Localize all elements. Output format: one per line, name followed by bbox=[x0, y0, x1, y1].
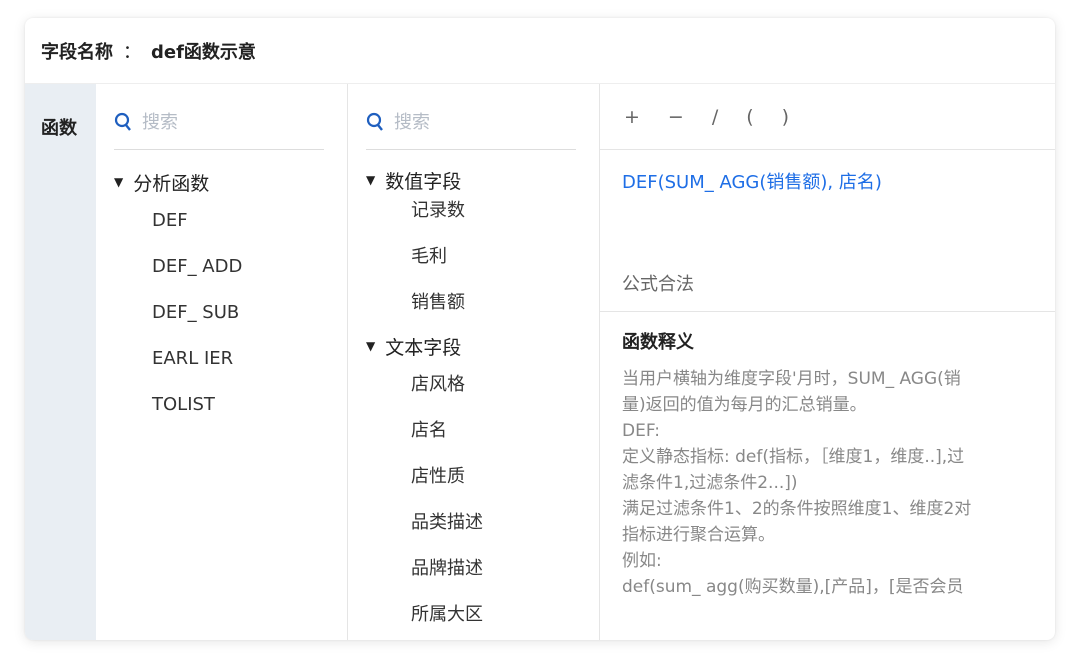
divide-operator-button[interactable]: / bbox=[712, 106, 718, 128]
function-tab-label: 函数 bbox=[41, 118, 77, 139]
explanation-line: 定义静态指标: def(指标，［维度1，维度..],过 bbox=[622, 447, 965, 467]
field-item-store-name[interactable]: 店名 bbox=[411, 408, 483, 454]
explanation-line: def(sum_ agg(购买数量),[产品]，[是否会员 bbox=[622, 577, 964, 597]
open-paren-button[interactable]: ( bbox=[746, 106, 753, 128]
formula-editor[interactable]: DEF(SUM_ AGG(销售额), 店名) 公式合法 bbox=[600, 150, 1055, 312]
explanation-line: 指标进行聚合运算。 bbox=[622, 525, 775, 545]
formula-panel: + − / ( ) DEF(SUM_ AGG(销售额), 店名) 公式合法 函数… bbox=[600, 84, 1055, 640]
caret-down-icon: ▼ bbox=[114, 175, 124, 189]
explanation-line: DEF: bbox=[622, 421, 661, 441]
field-item-store-style[interactable]: 店风格 bbox=[411, 362, 483, 408]
field-tree: ▼ 数值字段 记录数 毛利 销售额 ▼ 文本字段 店风格 店名 店性质 品类描述… bbox=[366, 166, 483, 638]
field-item-brand-desc[interactable]: 品牌描述 bbox=[411, 546, 483, 592]
function-group-label: 分析函数 bbox=[133, 172, 210, 195]
function-item-def-add[interactable]: DEF_ ADD bbox=[152, 244, 242, 290]
field-item-sales[interactable]: 销售额 bbox=[411, 280, 483, 326]
function-item-def-sub[interactable]: DEF_ SUB bbox=[152, 290, 242, 336]
formula-editor-card: 字段名称 ： def函数示意 函数 搜索 ▼ 分析函数 DEF DEF_ ADD… bbox=[25, 18, 1055, 640]
formula-status: 公式合法 bbox=[622, 274, 694, 295]
function-panel: 搜索 ▼ 分析函数 DEF DEF_ ADD DEF_ SUB EARL IER… bbox=[96, 84, 348, 640]
minus-operator-button[interactable]: − bbox=[668, 106, 684, 128]
field-item-record-count[interactable]: 记录数 bbox=[411, 188, 483, 234]
function-tab[interactable]: 函数 bbox=[25, 84, 96, 640]
field-group-text[interactable]: ▼ 文本字段 bbox=[366, 332, 483, 360]
search-icon bbox=[114, 112, 132, 137]
field-item-region[interactable]: 所属大区 bbox=[411, 592, 483, 638]
close-paren-button[interactable]: ) bbox=[782, 106, 789, 128]
function-search-placeholder: 搜索 bbox=[142, 112, 178, 133]
explanation-line: 滤条件1,过滤条件2...]) bbox=[622, 473, 798, 493]
field-name-value: def函数示意 bbox=[151, 41, 256, 63]
operator-bar: + − / ( ) bbox=[600, 84, 1055, 150]
explanation-line: 满足过滤条件1、2的条件按照维度1、维度2对 bbox=[622, 499, 972, 519]
caret-down-icon: ▼ bbox=[366, 339, 376, 353]
explanation-line: 量)返回的值为每月的汇总销量。 bbox=[622, 395, 867, 415]
search-icon bbox=[366, 112, 384, 137]
function-item-earlier[interactable]: EARL IER bbox=[152, 336, 242, 382]
field-group-label: 文本字段 bbox=[385, 336, 462, 359]
function-search-input[interactable]: 搜索 bbox=[114, 112, 324, 150]
field-search-input[interactable]: 搜索 bbox=[366, 112, 576, 150]
explanation-body: 当用户横轴为维度字段'月时，SUM_ AGG(销 量)返回的值为每月的汇总销量。… bbox=[622, 366, 1047, 600]
function-tree: ▼ 分析函数 DEF DEF_ ADD DEF_ SUB EARL IER TO… bbox=[114, 168, 242, 428]
field-search-placeholder: 搜索 bbox=[394, 112, 430, 133]
function-item-tolist[interactable]: TOLIST bbox=[152, 382, 242, 428]
function-group-analysis[interactable]: ▼ 分析函数 bbox=[114, 168, 242, 196]
function-item-def[interactable]: DEF bbox=[152, 198, 242, 244]
explanation-line: 例如: bbox=[622, 551, 662, 571]
field-panel: 搜索 ▼ 数值字段 记录数 毛利 销售额 ▼ 文本字段 店风格 店名 店性质 品… bbox=[348, 84, 600, 640]
field-item-category-desc[interactable]: 品类描述 bbox=[411, 500, 483, 546]
dialog-header: 字段名称 ： def函数示意 bbox=[25, 18, 1055, 84]
header-separator: ： bbox=[123, 41, 141, 63]
field-name-label: 字段名称 bbox=[41, 41, 113, 63]
function-explanation: 函数释义 当用户横轴为维度字段'月时，SUM_ AGG(销 量)返回的值为每月的… bbox=[622, 328, 1047, 600]
field-item-gross-profit[interactable]: 毛利 bbox=[411, 234, 483, 280]
field-item-store-type[interactable]: 店性质 bbox=[411, 454, 483, 500]
caret-down-icon: ▼ bbox=[366, 173, 376, 187]
plus-operator-button[interactable]: + bbox=[624, 106, 640, 128]
explanation-title: 函数释义 bbox=[622, 332, 694, 353]
formula-expression[interactable]: DEF(SUM_ AGG(销售额), 店名) bbox=[622, 168, 882, 194]
explanation-line: 当用户横轴为维度字段'月时，SUM_ AGG(销 bbox=[622, 369, 961, 389]
